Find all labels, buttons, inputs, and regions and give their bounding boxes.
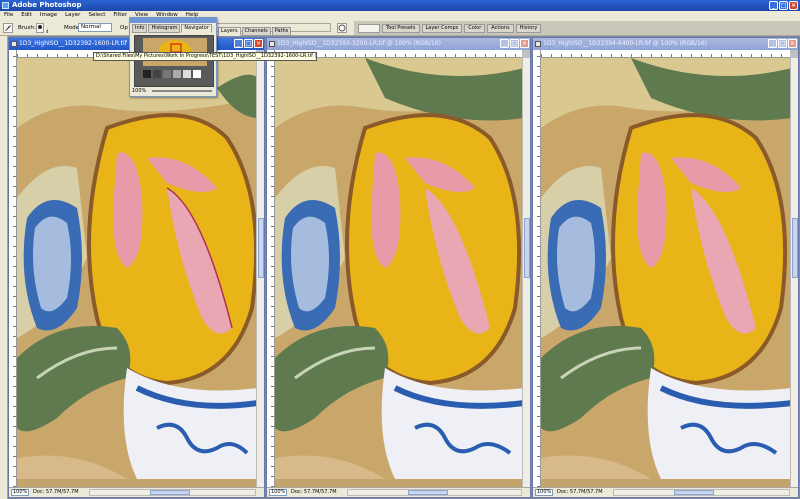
menu-image[interactable]: Image: [40, 11, 57, 20]
horizontal-scroll-thumb[interactable]: [674, 490, 714, 495]
tab-navigator[interactable]: Navigator: [181, 24, 212, 33]
document-buttons: _ □ ×: [768, 39, 797, 48]
document-minimize-button[interactable]: _: [768, 39, 777, 48]
zoom-field[interactable]: 100%: [269, 489, 287, 496]
well-tab-color[interactable]: Color: [464, 24, 486, 33]
document-buttons: _ □ ×: [234, 39, 263, 48]
image-canvas[interactable]: [17, 58, 256, 487]
brush-preset-picker[interactable]: [36, 23, 44, 33]
document-close-button[interactable]: ×: [520, 39, 529, 48]
airbrush-icon[interactable]: [337, 23, 347, 33]
app-title: Adobe Photoshop: [12, 1, 82, 9]
menu-file[interactable]: File: [4, 11, 13, 20]
document-maximize-button[interactable]: □: [510, 39, 519, 48]
navigator-thumbnail[interactable]: [134, 35, 214, 87]
document-maximize-button[interactable]: □: [244, 39, 253, 48]
document-minimize-button[interactable]: _: [234, 39, 243, 48]
horizontal-scrollbar[interactable]: [89, 489, 256, 496]
menu-select[interactable]: Select: [88, 11, 105, 20]
document-status-bar: 100% Doc: 57.7M/57.7M: [267, 487, 530, 497]
toolbox: [0, 36, 8, 499]
vertical-scrollbar[interactable]: [256, 58, 264, 487]
mode-select[interactable]: Normal: [78, 23, 112, 32]
menu-bar: File Edit Image Layer Select Filter View…: [0, 11, 800, 20]
navigator-preview-image: [135, 36, 213, 86]
doc-size-info[interactable]: Doc: 57.7M/57.7M: [291, 488, 337, 497]
document-path-tooltip: D:\Shared Files\My Pictures\Work In Prog…: [93, 52, 317, 61]
vertical-scroll-thumb[interactable]: [792, 218, 798, 278]
vertical-scrollbar[interactable]: [522, 58, 530, 487]
document-status-bar: 100% Doc: 57.7M/57.7M: [9, 487, 264, 497]
document-close-button[interactable]: ×: [788, 39, 797, 48]
layers-panel-tabs: Layers Channels Paths: [218, 26, 292, 36]
document-maximize-button[interactable]: □: [778, 39, 787, 48]
document-icon: [535, 41, 541, 47]
document-window-3[interactable]: 1D3_HighISO__1D32394-6400-LR.tif @ 100% …: [532, 37, 799, 498]
navigator-zoom-slider[interactable]: [152, 90, 212, 92]
painting-image: [541, 58, 790, 479]
document-title: 1D3_HighISO__1D32393-3200-LR.tif @ 100% …: [277, 40, 441, 47]
photoshop-app-icon: [2, 2, 9, 9]
painting-image: [275, 58, 522, 479]
menu-layer[interactable]: Layer: [65, 11, 80, 20]
document-close-button[interactable]: ×: [254, 39, 263, 48]
menu-filter[interactable]: Filter: [113, 11, 127, 20]
document-title-bar[interactable]: 1D3_HighISO__1D32393-3200-LR.tif @ 100% …: [267, 38, 530, 50]
tab-layers[interactable]: Layers: [218, 27, 241, 36]
doc-size-info[interactable]: Doc: 57.7M/57.7M: [33, 488, 79, 497]
workspace: 1D3_HighISO__1D32392-1600-LR.tif @ 1600%…: [0, 36, 800, 499]
brush-size: 4: [46, 29, 49, 34]
menu-edit[interactable]: Edit: [21, 11, 32, 20]
vertical-ruler[interactable]: [267, 50, 275, 487]
tab-histogram[interactable]: Histogram: [148, 24, 181, 33]
horizontal-scroll-thumb[interactable]: [408, 490, 448, 495]
vertical-ruler[interactable]: [533, 50, 541, 487]
tab-paths[interactable]: Paths: [271, 27, 292, 36]
document-title-bar[interactable]: 1D3_HighISO__1D32394-6400-LR.tif @ 100% …: [533, 38, 798, 50]
horizontal-scroll-thumb[interactable]: [150, 490, 190, 495]
horizontal-ruler[interactable]: [541, 50, 790, 58]
well-tab-history[interactable]: History: [515, 24, 542, 33]
vertical-ruler[interactable]: [9, 50, 17, 487]
well-brushes-tab[interactable]: [358, 24, 380, 33]
app-window-buttons: _ □ ×: [769, 1, 798, 10]
brush-label: Brush:: [18, 25, 36, 31]
tab-channels[interactable]: Channels: [241, 27, 271, 36]
horizontal-scrollbar[interactable]: [613, 489, 790, 496]
document-title: 1D3_HighISO__1D32394-6400-LR.tif @ 100% …: [543, 40, 707, 47]
vertical-scroll-thumb[interactable]: [258, 218, 264, 278]
brush-tool-icon[interactable]: [3, 23, 13, 33]
vertical-scrollbar[interactable]: [790, 58, 798, 487]
document-icon: [269, 41, 275, 47]
app-title-bar: Adobe Photoshop _ □ ×: [0, 0, 800, 11]
document-minimize-button[interactable]: _: [500, 39, 509, 48]
well-tab-actions[interactable]: Actions: [487, 24, 514, 33]
image-canvas[interactable]: [541, 58, 790, 487]
well-tab-tool-presets[interactable]: Tool Presets: [382, 24, 420, 33]
zoom-field[interactable]: 100%: [11, 489, 29, 496]
image-canvas[interactable]: [275, 58, 522, 487]
tab-info[interactable]: Info: [132, 24, 148, 33]
app-maximize-button[interactable]: □: [779, 1, 788, 10]
document-icon: [11, 41, 17, 47]
opacity-label: Op: [120, 25, 128, 31]
doc-size-info[interactable]: Doc: 57.7M/57.7M: [557, 488, 603, 497]
well-tab-layer-comps[interactable]: Layer Comps: [421, 24, 463, 33]
document-status-bar: 100% Doc: 57.7M/57.7M: [533, 487, 798, 497]
document-buttons: _ □ ×: [500, 39, 529, 48]
document-window-2[interactable]: 1D3_HighISO__1D32393-3200-LR.tif @ 100% …: [266, 37, 531, 498]
app-minimize-button[interactable]: _: [769, 1, 778, 10]
palette-well: Tool Presets Layer Comps Color Actions H…: [354, 21, 800, 35]
painting-image: [17, 58, 256, 479]
app-close-button[interactable]: ×: [789, 1, 798, 10]
palette-tabs: Info Histogram Navigator: [130, 23, 216, 33]
vertical-scroll-thumb[interactable]: [524, 218, 530, 278]
navigator-zoom[interactable]: 100%: [132, 88, 146, 94]
document-window-1[interactable]: 1D3_HighISO__1D32392-1600-LR.tif @ 1600%…: [8, 37, 265, 498]
horizontal-scrollbar[interactable]: [347, 489, 522, 496]
zoom-field[interactable]: 100%: [535, 489, 553, 496]
